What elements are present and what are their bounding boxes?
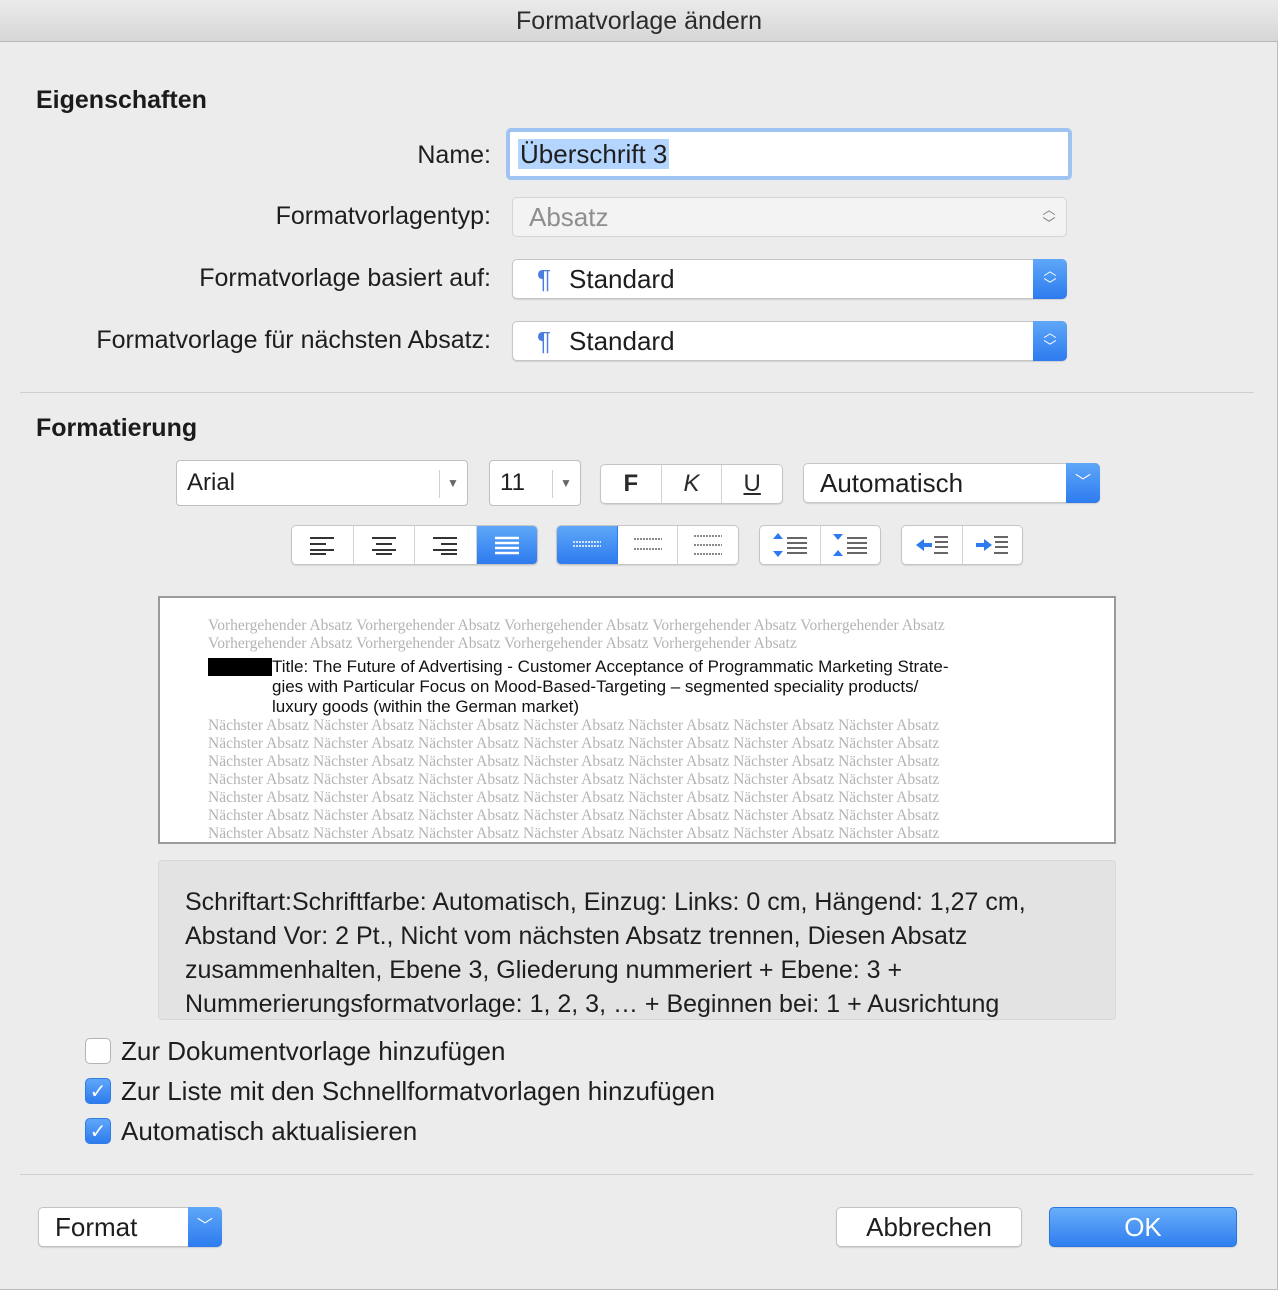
auto-update-label[interactable]: Automatisch aktualisieren (121, 1116, 417, 1147)
font-size-value: 11 (500, 469, 525, 496)
double-spacing-button[interactable] (678, 526, 738, 564)
one-half-spacing-icon (633, 538, 662, 550)
based-on-value: Standard (569, 264, 675, 294)
name-input-value: Überschrift 3 (518, 139, 670, 169)
style-preview: Vorhergehender Absatz Vorhergehender Abs… (158, 596, 1116, 844)
font-name-value: Arial (187, 469, 236, 496)
preview-main-line: luxury goods (within the German market) (272, 697, 580, 716)
preview-previous-line: Vorhergehender Absatz Vorhergehender Abs… (208, 617, 945, 634)
preview-previous-line: Vorhergehender Absatz Vorhergehender Abs… (208, 635, 797, 652)
one-half-spacing-button[interactable] (618, 526, 679, 564)
increase-spacing-button[interactable] (760, 526, 821, 564)
paragraph-mark-icon: ¶ (537, 264, 551, 294)
align-center-button[interactable] (354, 526, 415, 564)
font-size-combobox[interactable]: 11 ▼ (489, 460, 581, 506)
preview-next-line: Nächster Absatz Nächster Absatz Nächster… (208, 735, 940, 752)
ok-button[interactable]: OK (1049, 1207, 1237, 1247)
preview-main-line: gies with Particular Focus on Mood-Based… (272, 677, 919, 696)
decrease-indent-icon (915, 536, 948, 554)
checkmark-icon: ✓ (89, 1121, 107, 1143)
preview-next-line: Nächster Absatz Nächster Absatz Nächster… (208, 825, 940, 842)
redacted-number-block (208, 658, 272, 676)
indent-buttons (901, 525, 1023, 565)
style-description-text: Schriftart:Schriftfarbe: Automatisch, Ei… (185, 888, 1026, 1018)
cancel-button[interactable]: Abbrechen (836, 1207, 1022, 1247)
window-title: Formatvorlage ändern (0, 0, 1278, 42)
chevron-down-icon: ﹀ (1066, 463, 1100, 503)
add-to-quick-styles-label[interactable]: Zur Liste mit den Schnellformatvorlagen … (121, 1076, 715, 1107)
name-input[interactable]: Überschrift 3 (506, 128, 1072, 180)
dropdown-arrow-icon[interactable]: ▼ (560, 461, 572, 505)
increase-spacing-icon (772, 533, 807, 557)
divider (20, 392, 1254, 393)
format-menu-label: Format (55, 1212, 138, 1242)
align-center-icon (371, 537, 396, 555)
text-style-buttons: F K U (600, 464, 783, 504)
style-type-select[interactable]: Absatz ︿ ﹀ (512, 197, 1067, 237)
add-to-template-checkbox[interactable] (85, 1038, 111, 1064)
preview-next-line: Nächster Absatz Nächster Absatz Nächster… (208, 771, 940, 788)
next-paragraph-select[interactable]: ¶ Standard ︿ ﹀ (512, 321, 1067, 361)
preview-next-line: Nächster Absatz Nächster Absatz Nächster… (208, 807, 940, 824)
checkmark-icon: ✓ (89, 1081, 107, 1103)
underline-button[interactable]: U (722, 465, 782, 503)
align-left-icon (310, 537, 335, 555)
divider (20, 1174, 1254, 1175)
based-on-select[interactable]: ¶ Standard ︿ ﹀ (512, 259, 1067, 299)
increase-indent-button[interactable] (963, 526, 1023, 564)
preview-next-line: Nächster Absatz Nächster Absatz Nächster… (208, 753, 940, 770)
updown-chevron-icon: ︿ ﹀ (1042, 202, 1056, 231)
dropdown-arrow-icon[interactable]: ▼ (447, 461, 459, 505)
paragraph-mark-icon: ¶ (537, 326, 551, 356)
decrease-spacing-icon (833, 534, 868, 556)
alignment-buttons (291, 525, 538, 565)
modify-style-dialog: Formatvorlage ändern Eigenschaften Name:… (0, 0, 1278, 1290)
auto-update-checkbox[interactable]: ✓ (85, 1118, 111, 1144)
section-title-formatting: Formatierung (36, 414, 198, 442)
based-on-label: Formatvorlage basiert auf: (199, 264, 491, 292)
preview-next-line: Nächster Absatz Nächster Absatz Nächster… (208, 717, 940, 734)
font-color-select[interactable]: Automatisch ﹀ (803, 463, 1100, 503)
align-right-icon (433, 537, 458, 555)
line-spacing-buttons (556, 525, 739, 565)
section-title-properties: Eigenschaften (36, 86, 207, 114)
decrease-spacing-button[interactable] (821, 526, 881, 564)
single-spacing-button[interactable] (557, 526, 618, 564)
add-to-template-label[interactable]: Zur Dokumentvorlage hinzufügen (121, 1036, 505, 1067)
combo-separator (552, 470, 553, 498)
preview-main-line: Title: The Future of Advertising - Custo… (272, 657, 949, 676)
chevron-down-icon: ﹀ (188, 1207, 222, 1247)
preview-next-line: Nächster Absatz Nächster Absatz Nächster… (208, 789, 940, 806)
next-paragraph-label: Formatvorlage für nächsten Absatz: (96, 326, 491, 354)
double-spacing-icon (694, 535, 723, 555)
add-to-quick-styles-checkbox[interactable]: ✓ (85, 1078, 111, 1104)
align-justify-icon (494, 536, 519, 555)
style-type-value: Absatz (529, 202, 609, 232)
bold-button[interactable]: F (601, 465, 662, 503)
font-name-combobox[interactable]: Arial ▼ (176, 460, 468, 506)
align-left-button[interactable] (292, 526, 354, 564)
format-menu-button[interactable]: Format ﹀ (38, 1207, 222, 1247)
font-color-value: Automatisch (820, 468, 964, 498)
next-paragraph-value: Standard (569, 326, 675, 356)
name-label: Name: (417, 141, 491, 169)
increase-indent-icon (976, 536, 1009, 554)
paragraph-spacing-buttons (759, 525, 881, 565)
italic-button[interactable]: K (662, 465, 723, 503)
decrease-indent-button[interactable] (902, 526, 963, 564)
updown-chevron-icon: ︿ ﹀ (1033, 321, 1067, 361)
align-right-button[interactable] (415, 526, 477, 564)
combo-separator (439, 470, 440, 498)
style-type-label: Formatvorlagentyp: (275, 202, 491, 230)
style-description[interactable]: Schriftart:Schriftfarbe: Automatisch, Ei… (158, 860, 1116, 1020)
updown-chevron-icon: ︿ ﹀ (1033, 259, 1067, 299)
single-spacing-icon (572, 541, 601, 547)
align-justify-button[interactable] (476, 526, 537, 564)
